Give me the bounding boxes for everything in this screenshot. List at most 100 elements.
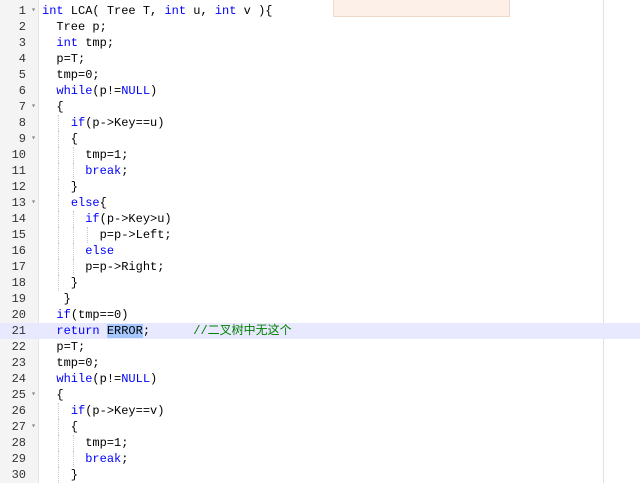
code-token: p=T; [42,52,86,66]
code-token: u, [186,4,215,18]
code-line[interactable]: 7 ▾ { [0,99,640,115]
code-text: p=p->Right; [42,259,164,275]
code-line[interactable]: 14 if(p->Key>u) [0,211,640,227]
code-token: } [42,292,71,306]
code-line[interactable]: 15 p=p->Left; [0,227,640,243]
keyword-token: NULL [121,372,151,386]
code-text: tmp=0; [42,67,99,83]
code-token: } [42,180,79,194]
code-line[interactable]: 21 return ERROR; //二叉树中无这个 [0,323,640,339]
keyword-token: while [56,84,93,98]
code-line[interactable]: 2 Tree p; [0,19,640,35]
code-lines[interactable]: 1 ▾ int LCA( Tree T, int u, int v ){2 Tree… [0,3,640,483]
code-line[interactable]: 1 ▾ int LCA( Tree T, int u, int v ){ [0,3,640,19]
keyword-token: int [214,4,237,18]
code-line[interactable]: 6 while(p!=NULL) [0,83,640,99]
line-number: 30 [11,468,26,482]
fold-toggle-icon[interactable]: ▾ [29,387,38,403]
code-text: tmp=1; [42,435,128,451]
code-line[interactable]: 23 tmp=0; [0,355,640,371]
code-line[interactable]: 26 if(p->Key==v) [0,403,640,419]
keyword-token: if [56,308,71,322]
code-line[interactable]: 24 while(p!=NULL) [0,371,640,387]
line-number: 12 [11,180,26,194]
line-number: 2 [18,20,26,34]
code-token: ; [121,452,129,466]
line-number: 21 [11,324,26,338]
keyword-token: return [56,324,100,338]
fold-toggle-icon[interactable]: ▾ [29,131,38,147]
fold-toggle-icon[interactable]: ▾ [29,3,38,19]
code-line[interactable]: 9 ▾ { [0,131,640,147]
code-text: else [42,243,114,259]
code-line[interactable]: 19 } [0,291,640,307]
line-number: 24 [11,372,26,386]
code-text: while(p!=NULL) [42,371,157,387]
code-line[interactable]: 27 ▾ { [0,419,640,435]
line-number: 15 [11,228,26,242]
code-token: { [99,196,107,210]
code-token: (p->Key>u) [99,212,172,226]
keyword-token: if [70,116,86,130]
code-line[interactable]: 20 if(tmp==0) [0,307,640,323]
code-token: ) [150,372,158,386]
code-token: p=p->Left; [42,228,172,242]
code-token: (p->Key==u) [85,116,165,130]
code-text: tmp=1; [42,147,128,163]
code-token: tmp=1; [42,436,129,450]
code-line[interactable]: 12 } [0,179,640,195]
fold-toggle-icon[interactable]: ▾ [29,195,38,211]
line-number: 29 [11,452,26,466]
keyword-token: else [70,196,100,210]
code-line[interactable]: 13 ▾ else{ [0,195,640,211]
code-line[interactable]: 18 } [0,275,640,291]
fold-toggle-icon[interactable]: ▾ [29,99,38,115]
fold-toggle-icon[interactable]: ▾ [29,419,38,435]
code-line[interactable]: 16 else [0,243,640,259]
code-token: tmp=0; [42,356,100,370]
code-text: p=p->Left; [42,227,172,243]
code-token: ; [121,164,129,178]
code-line[interactable]: 22 p=T; [0,339,640,355]
code-line[interactable]: 3 int tmp; [0,35,640,51]
code-line[interactable]: 25 ▾ { [0,387,640,403]
code-line[interactable]: 30 } [0,467,640,483]
keyword-token: if [85,212,100,226]
keyword-token: int [164,4,187,18]
line-number: 13 [11,196,26,210]
code-line[interactable]: 29 break; [0,451,640,467]
line-number: 16 [11,244,26,258]
code-line[interactable]: 10 tmp=1; [0,147,640,163]
code-line[interactable]: 5 tmp=0; [0,67,640,83]
code-token: } [42,276,79,290]
code-line[interactable]: 8 if(p->Key==u) [0,115,640,131]
code-token: ; [142,324,194,338]
code-text: int tmp; [42,35,114,51]
line-number: 25 [11,388,26,402]
line-number: 19 [11,292,26,306]
line-number: 7 [18,100,26,114]
selected-token: ERROR [106,324,143,338]
code-line[interactable]: 28 tmp=1; [0,435,640,451]
code-line[interactable]: 4 p=T; [0,51,640,67]
line-number: 14 [11,212,26,226]
code-text: break; [42,163,128,179]
line-number: 28 [11,436,26,450]
code-text: { [42,99,63,115]
code-token: v ){ [236,4,273,18]
code-line[interactable]: 11 break; [0,163,640,179]
line-number: 20 [11,308,26,322]
code-editor[interactable]: 1 ▾ int LCA( Tree T, int u, int v ){2 Tree… [0,0,640,483]
code-text: int LCA( Tree T, int u, int v ){ [42,3,272,19]
code-token: (p!= [92,372,122,386]
code-text: { [42,387,63,403]
line-number: 11 [11,164,26,178]
code-line[interactable]: 17 p=p->Right; [0,259,640,275]
code-token: (p->Key==v) [85,404,165,418]
line-number: 9 [18,132,26,146]
